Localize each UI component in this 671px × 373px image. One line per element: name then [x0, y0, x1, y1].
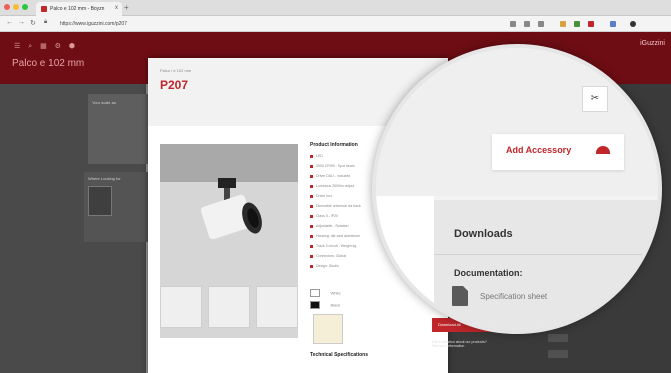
left-box: Where Looking for	[84, 172, 148, 242]
pdf-icon	[452, 286, 468, 306]
extension-icon[interactable]	[510, 21, 516, 27]
specification-sheet-link[interactable]: Specification sheet	[480, 292, 547, 301]
color-black-swatch[interactable]	[310, 300, 320, 309]
left-box: Your scale as	[88, 94, 148, 164]
brand-logo[interactable]: iGuzzini	[640, 40, 665, 47]
maximize-window-icon[interactable]	[22, 4, 28, 10]
table-row	[548, 334, 568, 342]
forward-icon[interactable]: →	[18, 19, 25, 26]
product-code: P207	[160, 78, 189, 92]
beam-icon	[313, 314, 343, 344]
divider	[434, 254, 658, 255]
thumbnail-photometry[interactable]	[256, 286, 298, 328]
add-accessory-button[interactable]: Add Accessory	[492, 134, 624, 170]
downloads-panel	[434, 200, 658, 330]
thumbnail-drawing[interactable]	[208, 286, 250, 328]
help-links: Get a question about our products? Warra…	[432, 340, 492, 348]
magnified-left-area	[376, 196, 434, 330]
color-black-label: Black	[330, 302, 341, 308]
menu-icon[interactable]: ☰ ⌕ ▦ ⚙ ⬢	[14, 42, 78, 51]
thumbnail-photo[interactable]	[160, 286, 202, 328]
new-tab-button[interactable]: +	[124, 3, 129, 12]
reload-icon[interactable]: ↻	[30, 19, 36, 27]
close-window-icon[interactable]	[4, 4, 10, 10]
technical-specifications-title[interactable]: Technical Specifications	[310, 352, 368, 358]
url-field[interactable]: https://www.iguzzini.com/p207	[56, 19, 496, 29]
minimize-window-icon[interactable]	[13, 4, 19, 10]
lock-icon: 🔒︎	[44, 19, 48, 25]
browser-address-bar: ← → ↻ 🔒︎ https://www.iguzzini.com/p207	[0, 16, 671, 32]
extension-icon[interactable]	[560, 21, 566, 27]
extension-icon[interactable]	[524, 21, 530, 27]
spotlight-icon	[200, 178, 262, 240]
magnified-header	[376, 48, 658, 196]
scissors-icon[interactable]: ✂	[582, 86, 608, 112]
color-white-label: White	[330, 290, 341, 296]
left-box-title: Where Looking for	[88, 176, 121, 181]
product-thumbnail[interactable]	[88, 186, 112, 216]
add-accessory-label: Add Accessory	[506, 145, 572, 155]
extension-icon[interactable]	[588, 21, 594, 27]
image-thumbnails	[160, 286, 300, 330]
documentation-label: Documentation:	[454, 268, 523, 278]
downloads-title: Downloads	[454, 228, 513, 240]
magnifier-lens: ✂ Add Accessory Downloads Documentation:…	[372, 44, 662, 334]
tab-title: Palco e 102 mm - Boyzn	[50, 6, 105, 12]
browser-tab[interactable]: Palco e 102 mm - Boyzn x	[36, 2, 122, 16]
extension-icon[interactable]	[610, 21, 616, 27]
extension-icon[interactable]	[538, 21, 544, 27]
favicon-icon	[41, 6, 47, 12]
back-icon[interactable]: ←	[6, 19, 13, 26]
warranty-link[interactable]: Warranty information	[432, 344, 492, 348]
tab-close-icon[interactable]: x	[115, 5, 118, 11]
lamp-icon	[596, 146, 610, 154]
profile-icon[interactable]	[630, 21, 636, 27]
site-title: Palco e 102 mm	[12, 58, 85, 69]
breadcrumb[interactable]: Palco / e 102 mm	[160, 68, 191, 73]
table-row	[548, 350, 568, 358]
screenshot: Palco e 102 mm - Boyzn x + ← → ↻ 🔒︎ http…	[0, 0, 671, 373]
browser-tab-bar: Palco e 102 mm - Boyzn x +	[0, 0, 671, 16]
extension-icon[interactable]	[574, 21, 580, 27]
